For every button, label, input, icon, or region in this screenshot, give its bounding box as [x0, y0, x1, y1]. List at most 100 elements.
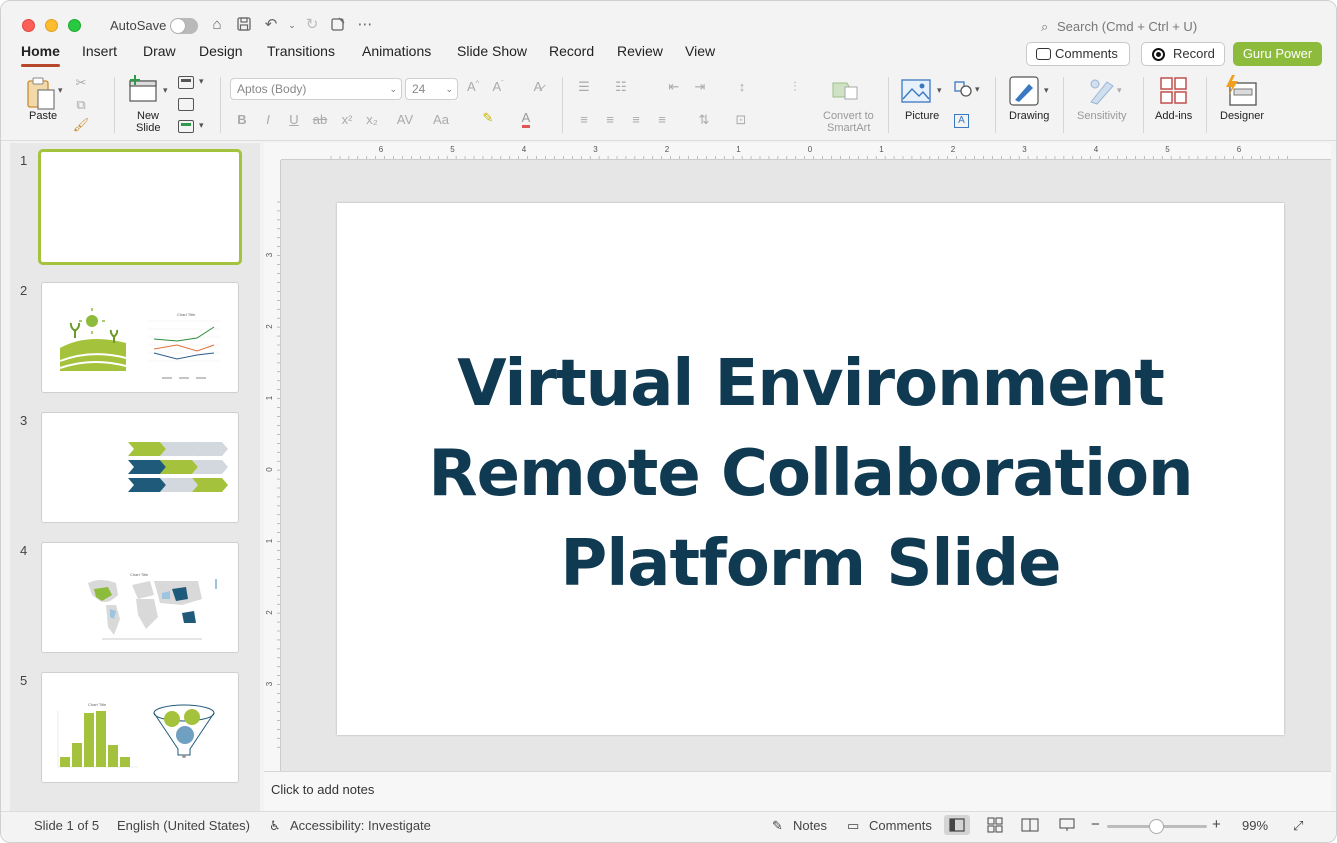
decrease-indent-icon[interactable]: ⇤ — [665, 79, 683, 95]
search-box[interactable]: ⌕ Search (Cmd + Ctrl + U) — [1041, 16, 1241, 38]
sensitivity-dropdown-icon[interactable]: ▾ — [1117, 85, 1122, 96]
section-dropdown-icon[interactable]: ▾ — [199, 120, 204, 131]
paste-dropdown-icon[interactable]: ▾ — [58, 85, 63, 96]
align-center-icon[interactable]: ≡ — [601, 112, 619, 127]
accessibility-status[interactable]: Accessibility: Investigate — [290, 818, 431, 833]
align-text-icon[interactable]: ⊡ — [732, 112, 750, 128]
designer-icon[interactable] — [1224, 75, 1258, 107]
slide-title[interactable]: Virtual Environment Remote Collaboration… — [337, 339, 1284, 609]
picture-dropdown-icon[interactable]: ▾ — [937, 85, 942, 96]
cut-icon[interactable]: ✂ — [72, 75, 90, 91]
drawing-dropdown-icon[interactable]: ▾ — [1044, 85, 1049, 96]
superscript-icon[interactable]: x² — [338, 112, 356, 127]
record-button[interactable]: Record — [1141, 42, 1225, 66]
zoom-level[interactable]: 99% — [1242, 818, 1268, 833]
increase-indent-icon[interactable]: ⇥ — [691, 79, 709, 95]
layout-dropdown-icon[interactable]: ▾ — [199, 76, 204, 87]
layout-icon[interactable] — [178, 76, 194, 89]
font-name-select[interactable]: Aptos (Body) ⌄ — [230, 78, 402, 100]
vertical-ruler[interactable]: 3 2 1 0 1 2 3 — [264, 160, 281, 771]
home-icon[interactable]: ⌂ — [208, 16, 226, 34]
more-icon[interactable]: ⋯ — [356, 16, 374, 34]
subscript-icon[interactable]: x₂ — [363, 112, 381, 127]
text-direction-icon[interactable]: ⇅ — [695, 112, 713, 128]
drawing-button[interactable] — [1009, 76, 1041, 108]
tab-view[interactable]: View — [685, 43, 715, 59]
strikethrough-icon[interactable]: ab — [311, 112, 329, 127]
redo-icon[interactable]: ↻ — [303, 16, 321, 34]
font-color-icon[interactable]: A — [517, 110, 535, 128]
comments-status-button[interactable]: Comments — [869, 818, 932, 833]
reset-icon[interactable] — [178, 98, 194, 111]
highlight-icon[interactable]: ✎ — [479, 110, 497, 126]
guru-power-button[interactable]: Guru Power — [1233, 42, 1322, 66]
italic-icon[interactable]: I — [259, 112, 277, 127]
close-window-button[interactable] — [22, 19, 35, 32]
slide-thumbnail-1[interactable] — [38, 149, 242, 265]
tab-transitions[interactable]: Transitions — [267, 43, 335, 59]
undo-icon[interactable]: ↶ — [262, 16, 280, 34]
align-left-icon[interactable]: ≡ — [575, 112, 593, 127]
customize-icon[interactable] — [329, 16, 347, 34]
picture-button[interactable] — [901, 79, 933, 107]
notes-pane[interactable]: Click to add notes — [264, 771, 1331, 811]
change-case-icon[interactable]: Aa — [427, 112, 455, 127]
convert-smartart-label-2: SmartArt — [827, 122, 871, 134]
clear-format-icon[interactable]: A̷ — [529, 79, 547, 94]
text-box-icon[interactable]: A — [954, 114, 969, 128]
decrease-font-icon[interactable]: Aˇ — [489, 79, 507, 94]
thumb-4-preview: Chart Title — [88, 572, 217, 640]
normal-view-button[interactable] — [944, 815, 970, 835]
tab-design[interactable]: Design — [199, 43, 243, 59]
current-slide[interactable]: Virtual Environment Remote Collaboration… — [337, 203, 1284, 735]
undo-dropdown-icon[interactable]: ⌄ — [283, 16, 301, 34]
comments-button[interactable]: Comments — [1026, 42, 1130, 66]
tab-slide-show[interactable]: Slide Show — [457, 43, 527, 59]
format-painter-icon[interactable]: 🖌 — [72, 117, 90, 133]
notes-toggle-button[interactable]: Notes — [793, 818, 827, 833]
justify-icon[interactable]: ≡ — [653, 112, 671, 127]
zoom-in-icon[interactable]: + — [1212, 816, 1221, 833]
underline-icon[interactable]: U — [285, 112, 303, 127]
slide-thumbnail-3[interactable] — [41, 412, 239, 523]
font-size-select[interactable]: 24 ⌄ — [405, 78, 458, 100]
columns-icon[interactable]: ⫶ — [786, 79, 804, 95]
slide-thumbnail-4[interactable]: Chart Title — [41, 542, 239, 653]
tab-home[interactable]: Home — [21, 43, 60, 67]
bold-icon[interactable]: B — [233, 112, 251, 127]
convert-smartart-icon[interactable] — [831, 79, 859, 101]
numbering-icon[interactable]: ☷ — [612, 79, 630, 95]
autosave-toggle[interactable] — [170, 18, 198, 34]
language-indicator[interactable]: English (United States) — [117, 818, 250, 833]
addins-icon[interactable] — [1160, 77, 1188, 105]
picture-label: Picture — [905, 110, 940, 122]
slide-thumbnail-2[interactable]: Chart Title — [41, 282, 239, 393]
tab-review[interactable]: Review — [617, 43, 663, 59]
section-icon[interactable] — [178, 120, 194, 133]
tab-record[interactable]: Record — [549, 43, 594, 59]
zoom-out-icon[interactable]: − — [1091, 816, 1100, 833]
tab-draw[interactable]: Draw — [143, 43, 176, 59]
align-right-icon[interactable]: ≡ — [627, 112, 645, 127]
fit-to-window-icon[interactable]: ⤢ — [1293, 818, 1303, 834]
sensitivity-icon[interactable] — [1087, 76, 1115, 106]
zoom-slider-handle[interactable] — [1149, 819, 1164, 834]
slide-thumbnail-5[interactable]: Chart Title — [41, 672, 239, 783]
bullets-icon[interactable]: ☰ — [575, 79, 593, 95]
shapes-icon[interactable] — [954, 81, 972, 97]
slide-sorter-button[interactable] — [982, 815, 1008, 835]
tab-animations[interactable]: Animations — [362, 43, 431, 59]
shapes-dropdown-icon[interactable]: ▾ — [975, 84, 980, 95]
minimize-window-button[interactable] — [45, 19, 58, 32]
copy-icon[interactable]: ⧉ — [72, 97, 90, 113]
tab-insert[interactable]: Insert — [82, 43, 117, 59]
new-slide-dropdown-icon[interactable]: ▾ — [163, 85, 168, 96]
line-spacing-icon[interactable]: ↕ — [733, 79, 751, 94]
character-spacing-icon[interactable]: AV — [391, 112, 419, 127]
save-icon[interactable] — [235, 16, 253, 34]
presenter-view-button[interactable] — [1054, 815, 1080, 835]
maximize-window-button[interactable] — [68, 19, 81, 32]
reading-view-button[interactable] — [1017, 815, 1043, 835]
horizontal-ruler[interactable]: 6 5 4 3 2 1 0 1 2 3 4 5 6 — [281, 143, 1331, 160]
increase-font-icon[interactable]: A^ — [464, 79, 482, 94]
